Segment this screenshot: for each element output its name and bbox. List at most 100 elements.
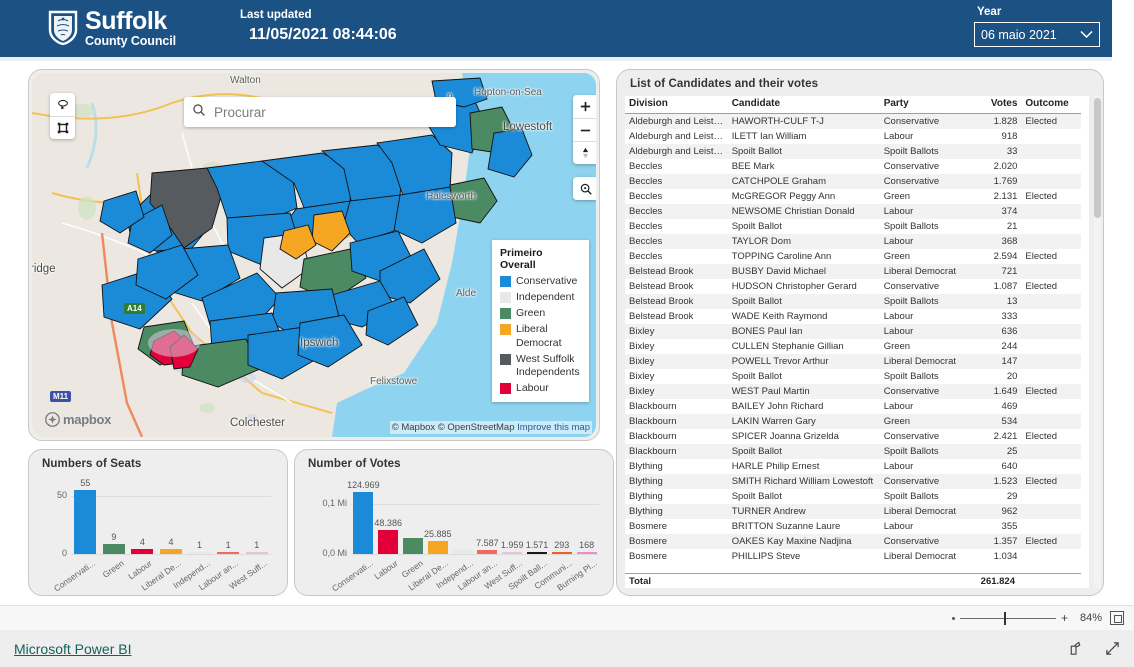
map-tool-group-left[interactable] — [50, 93, 75, 139]
table-row[interactable]: Beccles CATCHPOLE Graham Conservative 1.769 — [625, 174, 1081, 189]
fullscreen-icon[interactable] — [1105, 641, 1120, 656]
total-value: 261.824 — [980, 575, 1015, 587]
legend-item-green[interactable]: Green — [500, 307, 581, 320]
cell-candidate: Spoilt Ballot — [727, 444, 880, 459]
table-scroll-area[interactable]: Division Candidate Party Votes Outcome A… — [625, 96, 1089, 573]
zoom-slider[interactable]: + — [951, 611, 1068, 625]
table-row[interactable]: Blackbourn SPICER Joanna Grizelda Conserva… — [625, 429, 1081, 444]
table-row[interactable]: Blackbourn BAILEY John Richard Labour 469 — [625, 399, 1081, 414]
table-row[interactable]: Belstead Brook WADE Keith Raymond Labour 33… — [625, 309, 1081, 324]
table-scrollbar[interactable] — [1094, 96, 1101, 588]
column-header-outcome[interactable]: Outcome — [1021, 96, 1081, 114]
table-row[interactable]: Bosmere OAKES Kay Maxine Nadjina Conservat… — [625, 534, 1081, 549]
table-row[interactable]: Aldeburgh and Leiston ILETT Ian William La… — [625, 129, 1081, 144]
chart-bar[interactable] — [378, 529, 399, 554]
zoom-in-label[interactable]: + — [1061, 611, 1068, 625]
table-row[interactable]: Blything Spoilt Ballot Spoilt Ballots 29 — [625, 489, 1081, 504]
chevron-down-icon — [1079, 28, 1093, 42]
compass-icon[interactable] — [573, 141, 596, 164]
table-row[interactable]: Bixley WEST Paul Martin Conservative 1.649 E… — [625, 384, 1081, 399]
table-row[interactable]: Beccles Spoilt Ballot Spoilt Ballots 21 — [625, 219, 1081, 234]
chart-bar[interactable] — [576, 552, 597, 554]
map-search-toggle[interactable] — [573, 177, 596, 200]
cell-division: Belstead Brook — [625, 294, 728, 309]
table-row[interactable]: Belstead Brook HUDSON Christopher Gerard C… — [625, 279, 1081, 294]
improve-map-link[interactable]: Improve this map — [517, 422, 590, 433]
zoom-out-icon[interactable] — [573, 118, 596, 141]
map-viewport[interactable]: Hopton-on-Sea Lowestoft Halesworth Alde … — [32, 73, 596, 437]
cell-candidate: HARLE Philip Ernest — [731, 461, 820, 472]
map-visual[interactable]: Hopton-on-Sea Lowestoft Halesworth Alde … — [28, 69, 600, 441]
column-header-votes[interactable]: Votes — [972, 96, 1022, 114]
lasso-select-icon[interactable] — [50, 93, 75, 116]
cell-division: Beccles — [625, 174, 728, 189]
zoom-track[interactable] — [959, 611, 1056, 625]
table-row[interactable]: Beccles BEE Mark Conservative 2.020 — [625, 159, 1081, 174]
mapbox-logo[interactable]: mapbox — [45, 412, 111, 427]
table-row[interactable]: Bixley Spoilt Ballot Spoilt Ballots 20 — [625, 369, 1081, 384]
year-dropdown[interactable]: 06 maio 2021 — [974, 22, 1100, 47]
column-header-division[interactable]: Division — [625, 96, 728, 114]
legend-item-independent[interactable]: Independent — [500, 291, 581, 304]
zoom-in-icon[interactable] — [573, 95, 596, 118]
chart-bar[interactable] — [160, 549, 182, 554]
candidates-table-visual[interactable]: List of Candidates and their votes Divis… — [616, 69, 1104, 596]
table-row[interactable]: Bixley POWELL Trevor Arthur Liberal Democr… — [625, 354, 1081, 369]
map-zoom-controls[interactable] — [573, 95, 596, 164]
table-row[interactable]: Bosmere BRITTON Suzanne Laure Labour 355 — [625, 519, 1081, 534]
cell-outcome — [1021, 294, 1081, 309]
chart-bar[interactable] — [217, 552, 240, 554]
legend-item-west-suffolk-independents[interactable]: West Suffolk Independents — [500, 353, 581, 379]
column-header-candidate[interactable]: Candidate — [727, 96, 880, 114]
chart-bar[interactable] — [131, 549, 154, 554]
chart-bar[interactable] — [74, 489, 97, 554]
zoom-thumb[interactable] — [1003, 611, 1006, 625]
scrollbar-thumb[interactable] — [1094, 98, 1101, 218]
chart-bar[interactable] — [403, 538, 423, 554]
votes-chart-visual[interactable]: Number of Votes 0,0 Mi 0,1 Mi 124.969 Conse… — [294, 449, 614, 596]
table-row[interactable]: Bixley CULLEN Stephanie Gillian Green 244 — [625, 339, 1081, 354]
table-row[interactable]: Beccles TOPPING Caroline Ann Green 2.594 Ele… — [625, 249, 1081, 264]
cell-division: Blackbourn — [629, 431, 677, 442]
chart-bar[interactable] — [527, 552, 547, 554]
legend-item-conservative[interactable]: Conservative — [500, 275, 581, 288]
chart-bar[interactable] — [245, 552, 268, 554]
chart-bar[interactable] — [502, 552, 523, 554]
table-row[interactable]: Beccles NEWSOME Christian Donald Labour 374 — [625, 204, 1081, 219]
table-container[interactable]: Division Candidate Party Votes Outcome A… — [625, 96, 1089, 588]
share-icon[interactable] — [1068, 641, 1083, 656]
table-row[interactable]: Blything SMITH Richard William Lowestoft C… — [625, 474, 1081, 489]
cell-party: Liberal Democrat — [883, 551, 957, 562]
report-header: Suffolk County Council Last updated 11/0… — [0, 0, 1134, 57]
microsoft-power-bi-link[interactable]: Microsoft Power BI — [14, 641, 131, 657]
chart-bar[interactable] — [452, 549, 473, 554]
chart-bar[interactable] — [551, 552, 572, 554]
chart-bar[interactable] — [427, 541, 448, 554]
table-row[interactable]: Bosmere PHILLIPS Steve Liberal Democrat 1.0… — [625, 549, 1081, 564]
fit-to-page-icon[interactable] — [1110, 611, 1124, 625]
seats-chart-visual[interactable]: Numbers of Seats 0 50 55 Conservati... 9 Gree… — [28, 449, 288, 596]
chart-bar[interactable] — [477, 550, 498, 554]
legend-item-labour[interactable]: Labour — [500, 382, 581, 395]
column-header-party[interactable]: Party — [879, 96, 973, 114]
map-search-box[interactable]: Procurar — [184, 97, 456, 127]
table-row[interactable]: Beccles TAYLOR Dom Labour 368 — [625, 234, 1081, 249]
search-icon[interactable] — [573, 177, 596, 200]
cell-division: Beccles — [629, 251, 663, 262]
table-row[interactable]: Blything HARLE Philip Ernest Labour 640 — [625, 459, 1081, 474]
table-row[interactable]: Belstead Brook BUSBY David Michael Liberal… — [625, 264, 1081, 279]
table-row[interactable]: Belstead Brook Spoilt Ballot Spoilt Ballot… — [625, 294, 1081, 309]
table-row[interactable]: Blackbourn Spoilt Ballot Spoilt Ballots 25 — [625, 444, 1081, 459]
cell-party: Conservative — [879, 534, 973, 549]
chart-bar[interactable] — [188, 552, 211, 554]
table-row[interactable]: Aldeburgh and Leiston Spoilt Ballot Spoilt… — [625, 144, 1081, 159]
table-row[interactable]: Beccles McGREGOR Peggy Ann Green 2.131 Elect… — [625, 189, 1081, 204]
table-row[interactable]: Aldeburgh and Leiston HAWORTH-CULF T-J Con… — [625, 113, 1081, 129]
cell-votes: 640 — [1001, 461, 1018, 472]
legend-item-liberal-democrat[interactable]: Liberal Democrat — [500, 323, 581, 349]
cell-division: Aldeburgh and Leiston — [625, 144, 728, 159]
table-row[interactable]: Bixley BONES Paul Ian Labour 636 — [625, 324, 1081, 339]
box-select-icon[interactable] — [50, 116, 75, 139]
table-row[interactable]: Blackbourn LAKIN Warren Gary Green 534 — [625, 414, 1081, 429]
table-row[interactable]: Blything TURNER Andrew Liberal Democrat 962 — [625, 504, 1081, 519]
